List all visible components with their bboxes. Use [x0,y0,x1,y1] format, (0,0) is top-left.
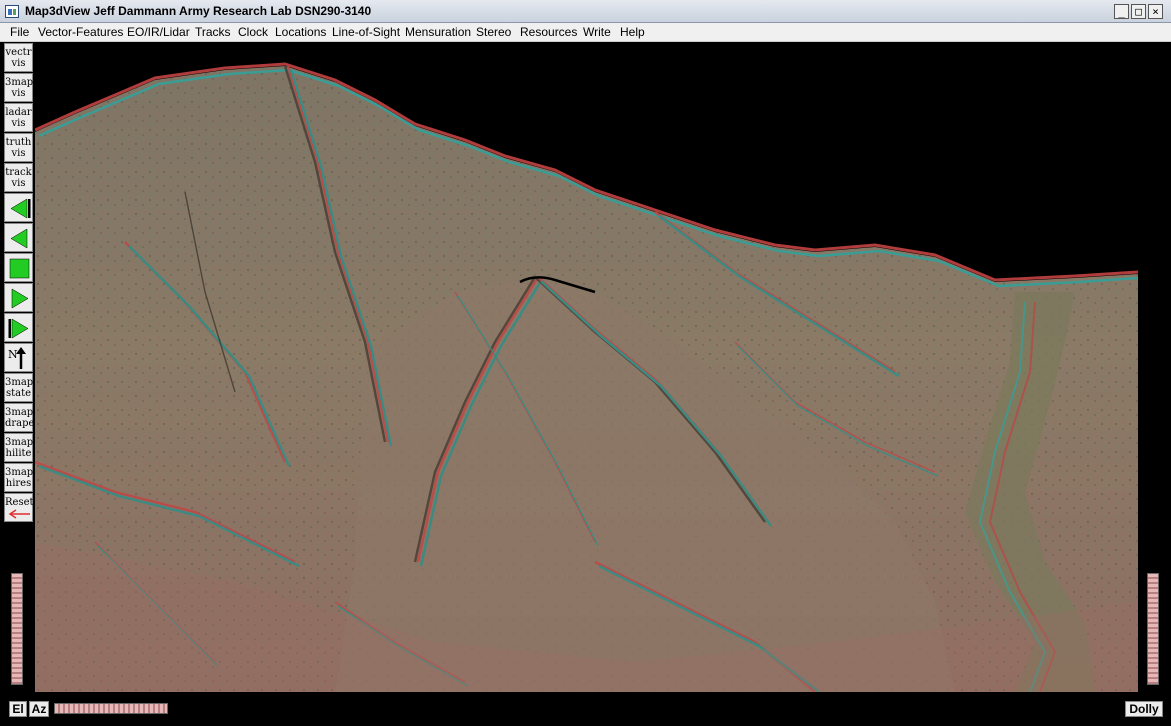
menu-vector-features[interactable]: Vector-Features [38,25,123,39]
track-vis-label-line1: track [5,167,32,178]
dolly-slider[interactable] [1147,573,1159,685]
anaglyph-terrain-render [35,62,1138,692]
play-button[interactable] [4,283,33,312]
ladar-vis-label-line2: vis [11,118,26,129]
azimuth-label: Az [29,701,49,717]
3map-drape-label-line1: 3map [5,407,34,418]
truth-vis-label-line2: vis [11,148,26,159]
forward-to-end-button[interactable] [4,313,33,342]
play-reverse-icon [10,228,28,249]
window-title: Map3dView Jeff Dammann Army Research Lab… [25,4,372,18]
map3dview-app-icon[interactable] [5,5,19,18]
stop-icon [9,258,30,279]
menu-file[interactable]: File [10,25,29,39]
3map-state-button[interactable]: 3map state [4,373,33,402]
3map-drape-button[interactable]: 3map drape [4,403,35,432]
menu-write[interactable]: Write [583,25,611,39]
menu-resources[interactable]: Resources [520,25,577,39]
reset-button[interactable]: Reset [4,493,34,522]
menu-line-of-sight[interactable]: Line-of-Sight [332,25,400,39]
track-vis-label-line2: vis [11,178,26,189]
3map-hilite-button[interactable]: 3map hilite [4,433,33,462]
menu-locations[interactable]: Locations [275,25,326,39]
3map-hires-label-line2: hires [5,478,32,489]
ladar-vis-label-line1: ladar [5,107,32,118]
3map-state-label-line1: 3map [5,377,34,388]
3map-hilite-label-line2: hilite [5,448,32,459]
3map-vis-button[interactable]: 3map vis [4,73,33,102]
truth-vis-button[interactable]: truth vis [4,133,33,162]
north-arrow-icon [16,347,26,369]
elevation-label: El [9,701,27,717]
play-reverse-button[interactable] [4,223,33,252]
menu-tracks[interactable]: Tracks [195,25,231,39]
terrain-3d-viewport[interactable] [35,42,1138,692]
title-bar: Map3dView Jeff Dammann Army Research Lab… [0,0,1171,23]
close-button[interactable]: × [1148,4,1163,19]
dolly-label: Dolly [1125,701,1163,717]
truth-vis-label-line1: truth [5,137,32,148]
forward-to-end-icon [8,318,29,339]
menu-bar: File Vector-Features EO/IR/Lidar Tracks … [0,23,1171,42]
stop-button[interactable] [4,253,33,282]
reset-label: Reset [5,497,34,508]
menu-mensuration[interactable]: Mensuration [405,25,471,39]
vectr-vis-label-line1: vectr [5,47,32,58]
maximize-button[interactable]: □ [1131,4,1146,19]
3map-hires-label-line1: 3map [5,467,34,478]
menu-help[interactable]: Help [620,25,645,39]
3map-drape-label-line2: drape [5,418,35,429]
vectr-vis-label-line2: vis [11,58,26,69]
left-arrow-icon [8,509,30,519]
3map-hires-button[interactable]: 3map hires [4,463,33,492]
vectr-vis-button[interactable]: vectr vis [4,43,33,72]
rewind-to-start-icon [10,198,31,219]
3map-hilite-label-line1: 3map [5,437,34,448]
minimize-button[interactable]: _ [1114,4,1129,19]
3map-state-label-line2: state [5,388,32,399]
track-vis-button[interactable]: track vis [4,163,33,192]
play-icon [11,288,29,309]
menu-eo-ir-lidar[interactable]: EO/IR/Lidar [127,25,190,39]
menu-clock[interactable]: Clock [238,25,268,39]
menu-stereo[interactable]: Stereo [476,25,511,39]
3map-vis-label-line1: 3map [5,77,34,88]
azimuth-slider[interactable] [54,703,168,714]
ladar-vis-button[interactable]: ladar vis [4,103,33,132]
elevation-slider[interactable] [11,573,23,685]
north-up-button[interactable]: N [4,343,33,372]
rewind-to-start-button[interactable] [4,193,33,222]
3map-vis-label-line2: vis [11,88,26,99]
